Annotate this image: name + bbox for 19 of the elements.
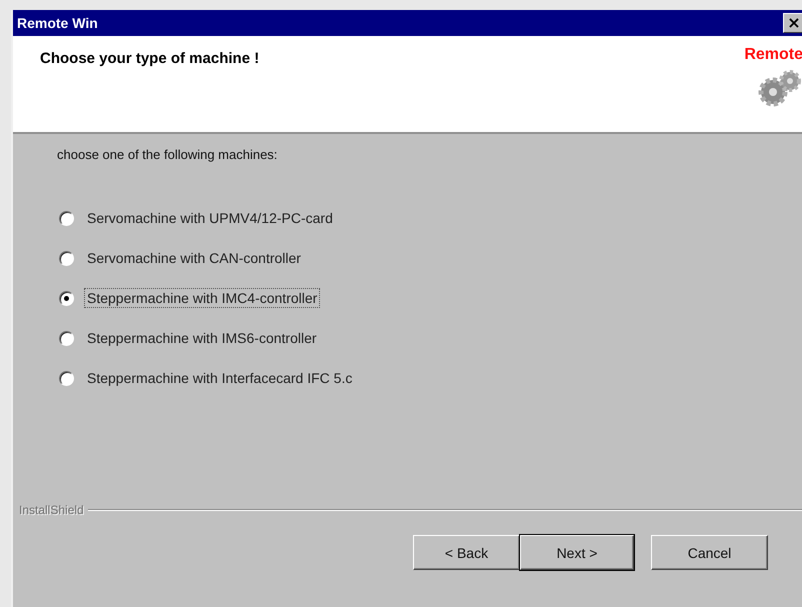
radio-button[interactable] xyxy=(59,210,74,226)
close-button[interactable]: × xyxy=(783,13,802,33)
installshield-label: InstallShield xyxy=(19,503,84,517)
logo-text: Remote xyxy=(744,46,802,64)
back-button[interactable]: < Back xyxy=(413,535,520,570)
next-button[interactable]: Next > xyxy=(520,535,634,570)
option-label[interactable]: Servomachine with UPMV4/12-PC-card xyxy=(84,208,336,228)
cancel-button[interactable]: Cancel xyxy=(651,535,768,570)
radio-button[interactable] xyxy=(59,250,74,266)
radio-button[interactable] xyxy=(59,370,74,386)
window-title: Remote Win xyxy=(17,15,98,31)
instruction-text: choose one of the following machines: xyxy=(57,147,278,162)
option-label[interactable]: Steppermachine with IMS6-controller xyxy=(84,328,320,348)
option-label[interactable]: Steppermachine with Interfacecard IFC 5.c xyxy=(84,368,356,388)
radio-button[interactable] xyxy=(59,290,74,306)
page-heading: Choose your type of machine ! xyxy=(40,50,260,69)
option-label[interactable]: Servomachine with CAN-controller xyxy=(84,248,304,268)
radio-button[interactable] xyxy=(59,330,74,346)
option-label[interactable]: Steppermachine with IMC4-controller xyxy=(84,288,320,308)
